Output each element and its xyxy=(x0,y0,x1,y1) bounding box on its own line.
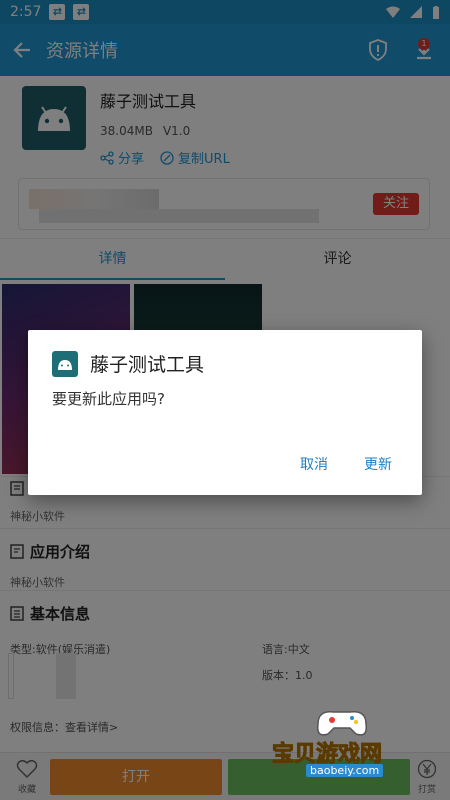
cancel-button[interactable]: 取消 xyxy=(300,454,328,474)
update-dialog: 藤子测试工具 要更新此应用吗? 取消 更新 xyxy=(28,330,422,495)
watermark: 宝贝游戏网 baobeiy.com xyxy=(271,706,422,778)
watermark-url: baobeiy.com xyxy=(306,764,384,777)
dialog-app-icon xyxy=(52,350,78,377)
android-icon xyxy=(58,359,72,370)
dialog-title: 藤子测试工具 xyxy=(90,354,205,376)
dialog-message: 要更新此应用吗? xyxy=(52,390,165,408)
update-button[interactable]: 更新 xyxy=(364,454,392,474)
